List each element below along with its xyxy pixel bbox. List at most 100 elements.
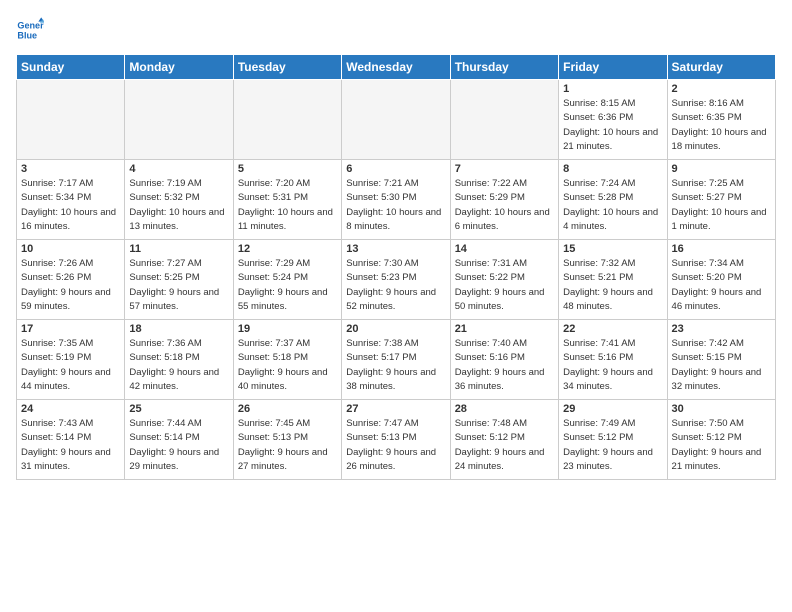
logo: General Blue bbox=[16, 16, 44, 44]
day-number: 17 bbox=[21, 323, 120, 335]
day-number: 15 bbox=[563, 243, 662, 255]
day-cell: 14 Sunrise: 7:31 AMSunset: 5:22 PMDayligh… bbox=[450, 240, 558, 320]
svg-text:General: General bbox=[17, 21, 44, 31]
day-info: Sunrise: 7:29 AMSunset: 5:24 PMDaylight:… bbox=[238, 257, 337, 314]
day-info: Sunrise: 7:49 AMSunset: 5:12 PMDaylight:… bbox=[563, 417, 662, 474]
day-cell: 2 Sunrise: 8:16 AMSunset: 6:35 PMDaylight… bbox=[667, 80, 775, 160]
day-info: Sunrise: 7:34 AMSunset: 5:20 PMDaylight:… bbox=[672, 257, 771, 314]
day-cell: 13 Sunrise: 7:30 AMSunset: 5:23 PMDayligh… bbox=[342, 240, 450, 320]
day-info: Sunrise: 7:45 AMSunset: 5:13 PMDaylight:… bbox=[238, 417, 337, 474]
day-number: 1 bbox=[563, 83, 662, 95]
day-number: 5 bbox=[238, 163, 337, 175]
day-cell: 12 Sunrise: 7:29 AMSunset: 5:24 PMDayligh… bbox=[233, 240, 341, 320]
day-cell: 8Sunrise: 7:24 AMSunset: 5:28 PMDaylight… bbox=[559, 160, 667, 240]
day-info: Sunrise: 7:50 AMSunset: 5:12 PMDaylight:… bbox=[672, 417, 771, 474]
page-header: General Blue bbox=[16, 16, 776, 44]
day-cell: 4 Sunrise: 7:19 AMSunset: 5:32 PMDaylight… bbox=[125, 160, 233, 240]
week-row-1: 3Sunrise: 7:17 AMSunset: 5:34 PMDaylight… bbox=[17, 160, 776, 240]
header-monday: Monday bbox=[125, 55, 233, 80]
day-cell bbox=[233, 80, 341, 160]
day-info: Sunrise: 7:30 AMSunset: 5:23 PMDaylight:… bbox=[346, 257, 445, 314]
day-number: 2 bbox=[672, 83, 771, 95]
day-number: 8 bbox=[563, 163, 662, 175]
day-number: 19 bbox=[238, 323, 337, 335]
day-cell bbox=[125, 80, 233, 160]
day-number: 21 bbox=[455, 323, 554, 335]
day-info: Sunrise: 7:17 AMSunset: 5:34 PMDaylight:… bbox=[21, 177, 120, 234]
day-cell: 9Sunrise: 7:25 AMSunset: 5:27 PMDaylight… bbox=[667, 160, 775, 240]
day-info: Sunrise: 7:25 AMSunset: 5:27 PMDaylight:… bbox=[672, 177, 771, 234]
day-info: Sunrise: 7:43 AMSunset: 5:14 PMDaylight:… bbox=[21, 417, 120, 474]
day-cell: 27 Sunrise: 7:47 AMSunset: 5:13 PMDayligh… bbox=[342, 400, 450, 480]
day-info: Sunrise: 8:15 AMSunset: 6:36 PMDaylight:… bbox=[563, 97, 662, 154]
day-cell: 15 Sunrise: 7:32 AMSunset: 5:21 PMDayligh… bbox=[559, 240, 667, 320]
day-number: 13 bbox=[346, 243, 445, 255]
day-cell: 26 Sunrise: 7:45 AMSunset: 5:13 PMDayligh… bbox=[233, 400, 341, 480]
day-number: 18 bbox=[129, 323, 228, 335]
day-cell bbox=[450, 80, 558, 160]
logo-icon: General Blue bbox=[16, 16, 44, 44]
day-number: 23 bbox=[672, 323, 771, 335]
day-number: 27 bbox=[346, 403, 445, 415]
day-number: 24 bbox=[21, 403, 120, 415]
day-info: Sunrise: 8:16 AMSunset: 6:35 PMDaylight:… bbox=[672, 97, 771, 154]
day-cell: 11Sunrise: 7:27 AMSunset: 5:25 PMDayligh… bbox=[125, 240, 233, 320]
header-wednesday: Wednesday bbox=[342, 55, 450, 80]
day-cell: 10 Sunrise: 7:26 AMSunset: 5:26 PMDayligh… bbox=[17, 240, 125, 320]
day-number: 6 bbox=[346, 163, 445, 175]
day-number: 12 bbox=[238, 243, 337, 255]
day-info: Sunrise: 7:35 AMSunset: 5:19 PMDaylight:… bbox=[21, 337, 120, 394]
day-cell: 28Sunrise: 7:48 AMSunset: 5:12 PMDayligh… bbox=[450, 400, 558, 480]
day-cell: 21 Sunrise: 7:40 AMSunset: 5:16 PMDayligh… bbox=[450, 320, 558, 400]
week-row-4: 24 Sunrise: 7:43 AMSunset: 5:14 PMDayligh… bbox=[17, 400, 776, 480]
day-cell: 5 Sunrise: 7:20 AMSunset: 5:31 PMDaylight… bbox=[233, 160, 341, 240]
day-info: Sunrise: 7:40 AMSunset: 5:16 PMDaylight:… bbox=[455, 337, 554, 394]
day-info: Sunrise: 7:21 AMSunset: 5:30 PMDaylight:… bbox=[346, 177, 445, 234]
week-row-3: 17 Sunrise: 7:35 AMSunset: 5:19 PMDayligh… bbox=[17, 320, 776, 400]
day-info: Sunrise: 7:38 AMSunset: 5:17 PMDaylight:… bbox=[346, 337, 445, 394]
day-cell: 24 Sunrise: 7:43 AMSunset: 5:14 PMDayligh… bbox=[17, 400, 125, 480]
day-info: Sunrise: 7:47 AMSunset: 5:13 PMDaylight:… bbox=[346, 417, 445, 474]
day-info: Sunrise: 7:42 AMSunset: 5:15 PMDaylight:… bbox=[672, 337, 771, 394]
header-thursday: Thursday bbox=[450, 55, 558, 80]
day-cell: 22 Sunrise: 7:41 AMSunset: 5:16 PMDayligh… bbox=[559, 320, 667, 400]
day-cell: 23 Sunrise: 7:42 AMSunset: 5:15 PMDayligh… bbox=[667, 320, 775, 400]
day-cell: 7 Sunrise: 7:22 AMSunset: 5:29 PMDaylight… bbox=[450, 160, 558, 240]
day-number: 25 bbox=[129, 403, 228, 415]
day-info: Sunrise: 7:31 AMSunset: 5:22 PMDaylight:… bbox=[455, 257, 554, 314]
day-cell: 20Sunrise: 7:38 AMSunset: 5:17 PMDayligh… bbox=[342, 320, 450, 400]
day-info: Sunrise: 7:32 AMSunset: 5:21 PMDaylight:… bbox=[563, 257, 662, 314]
day-cell: 30 Sunrise: 7:50 AMSunset: 5:12 PMDayligh… bbox=[667, 400, 775, 480]
day-cell bbox=[17, 80, 125, 160]
day-number: 28 bbox=[455, 403, 554, 415]
day-info: Sunrise: 7:44 AMSunset: 5:14 PMDaylight:… bbox=[129, 417, 228, 474]
svg-text:Blue: Blue bbox=[17, 30, 37, 40]
day-number: 7 bbox=[455, 163, 554, 175]
day-cell bbox=[342, 80, 450, 160]
day-number: 26 bbox=[238, 403, 337, 415]
day-number: 10 bbox=[21, 243, 120, 255]
day-info: Sunrise: 7:20 AMSunset: 5:31 PMDaylight:… bbox=[238, 177, 337, 234]
day-number: 16 bbox=[672, 243, 771, 255]
day-number: 29 bbox=[563, 403, 662, 415]
day-info: Sunrise: 7:26 AMSunset: 5:26 PMDaylight:… bbox=[21, 257, 120, 314]
day-number: 22 bbox=[563, 323, 662, 335]
day-info: Sunrise: 7:19 AMSunset: 5:32 PMDaylight:… bbox=[129, 177, 228, 234]
day-cell: 18Sunrise: 7:36 AMSunset: 5:18 PMDayligh… bbox=[125, 320, 233, 400]
day-cell: 16 Sunrise: 7:34 AMSunset: 5:20 PMDayligh… bbox=[667, 240, 775, 320]
day-info: Sunrise: 7:22 AMSunset: 5:29 PMDaylight:… bbox=[455, 177, 554, 234]
header-friday: Friday bbox=[559, 55, 667, 80]
day-cell: 29 Sunrise: 7:49 AMSunset: 5:12 PMDayligh… bbox=[559, 400, 667, 480]
header-row: SundayMondayTuesdayWednesdayThursdayFrid… bbox=[17, 55, 776, 80]
day-number: 4 bbox=[129, 163, 228, 175]
day-cell: 1 Sunrise: 8:15 AMSunset: 6:36 PMDaylight… bbox=[559, 80, 667, 160]
day-info: Sunrise: 7:37 AMSunset: 5:18 PMDaylight:… bbox=[238, 337, 337, 394]
day-info: Sunrise: 7:41 AMSunset: 5:16 PMDaylight:… bbox=[563, 337, 662, 394]
day-info: Sunrise: 7:27 AMSunset: 5:25 PMDaylight:… bbox=[129, 257, 228, 314]
day-number: 14 bbox=[455, 243, 554, 255]
day-number: 30 bbox=[672, 403, 771, 415]
day-cell: 19 Sunrise: 7:37 AMSunset: 5:18 PMDayligh… bbox=[233, 320, 341, 400]
header-sunday: Sunday bbox=[17, 55, 125, 80]
day-cell: 25 Sunrise: 7:44 AMSunset: 5:14 PMDayligh… bbox=[125, 400, 233, 480]
day-cell: 17 Sunrise: 7:35 AMSunset: 5:19 PMDayligh… bbox=[17, 320, 125, 400]
